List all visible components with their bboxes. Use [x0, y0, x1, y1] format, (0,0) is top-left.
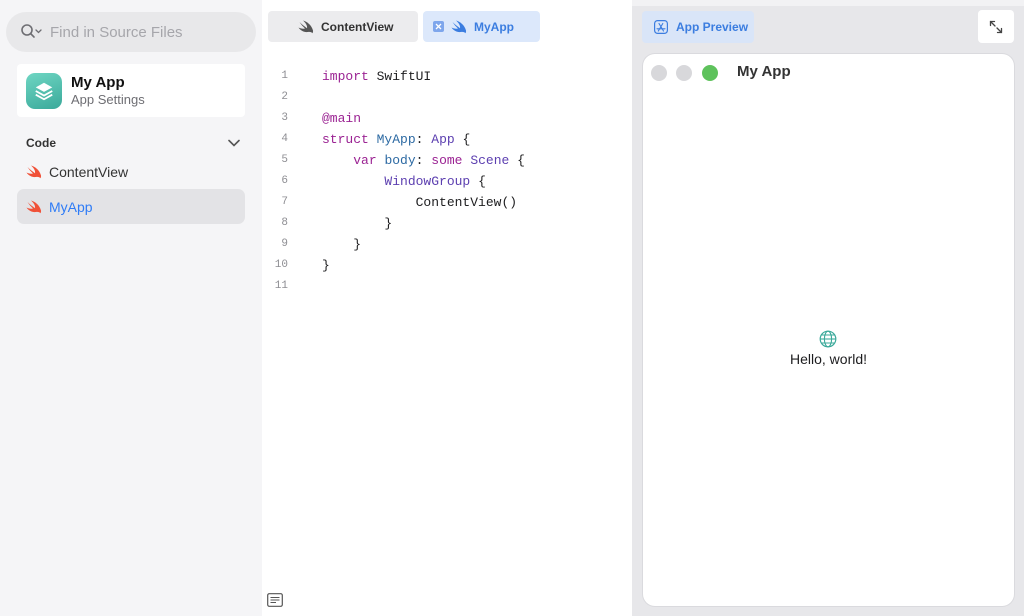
- window-zoom-button[interactable]: [702, 65, 718, 81]
- code-line[interactable]: 2: [262, 87, 632, 108]
- preview-window: My App Hello, world!: [643, 54, 1014, 606]
- code-line[interactable]: 7 ContentView(): [262, 192, 632, 213]
- app-store-icon: [654, 20, 668, 34]
- expand-button[interactable]: [978, 10, 1014, 43]
- search-field[interactable]: [6, 12, 256, 52]
- editor-tabs: ContentView MyApp: [262, 0, 632, 52]
- preview-tab-label: App Preview: [676, 20, 749, 34]
- code-area[interactable]: 1 import SwiftUI 2 3 @main 4 struct MyApp: App…: [262, 66, 632, 297]
- hello-text: Hello, world!: [789, 351, 868, 367]
- stack-icon: [35, 82, 53, 100]
- search-icon: [21, 24, 42, 38]
- code-text: import SwiftUI: [322, 69, 432, 84]
- line-number: 1: [281, 70, 288, 82]
- globe-icon: [819, 330, 837, 348]
- code-line[interactable]: 8 }: [262, 213, 632, 234]
- code-line[interactable]: 4 struct MyApp: App {: [262, 129, 632, 150]
- app-icon: [26, 72, 62, 109]
- tab-app-preview[interactable]: App Preview: [642, 11, 754, 43]
- code-text: @main: [322, 111, 362, 126]
- sidebar-item-label: ContentView: [49, 163, 129, 180]
- line-number: 9: [281, 238, 288, 250]
- expand-icon: [989, 20, 1003, 33]
- app-subtitle: App Settings: [71, 91, 145, 107]
- code-text: }: [353, 237, 362, 252]
- code-text: struct MyApp: App {: [322, 132, 471, 147]
- code-line[interactable]: 5 var body: some Scene {: [262, 150, 632, 171]
- line-number: 11: [274, 280, 288, 292]
- swift-icon: [298, 20, 314, 33]
- line-number: 5: [281, 154, 288, 166]
- code-line[interactable]: 3 @main: [262, 108, 632, 129]
- code-line[interactable]: 9 }: [262, 234, 632, 255]
- code-text: ContentView(): [415, 195, 518, 210]
- app-settings-card[interactable]: My App App Settings: [17, 64, 245, 117]
- app-name: My App: [71, 73, 125, 91]
- code-line[interactable]: 10}: [262, 255, 632, 276]
- sidebar: My App App Settings Code ContentView MyA…: [0, 0, 262, 616]
- chevron-down-icon[interactable]: [228, 134, 240, 152]
- line-number: 3: [281, 112, 288, 124]
- sidebar-item-label: MyApp: [49, 198, 93, 215]
- line-number: 7: [281, 196, 288, 208]
- window-close-button[interactable]: [651, 65, 667, 81]
- code-line[interactable]: 11: [262, 276, 632, 297]
- tab-myapp[interactable]: MyApp: [423, 11, 540, 42]
- code-text: var body: some Scene {: [353, 153, 525, 168]
- tab-label: ContentView: [321, 19, 394, 34]
- sidebar-item-myapp[interactable]: MyApp: [17, 189, 245, 224]
- preview-pane: App Preview My App Hello, world!: [632, 0, 1024, 616]
- swift-icon: [26, 165, 42, 178]
- tab-contentview[interactable]: ContentView: [268, 11, 418, 42]
- line-number: 6: [281, 175, 288, 187]
- code-line[interactable]: 6 WindowGroup {: [262, 171, 632, 192]
- code-editor: ContentView MyApp 1 import SwiftUI 2 3 @main…: [262, 0, 632, 616]
- line-number: 8: [281, 217, 288, 229]
- search-input[interactable]: [50, 23, 240, 41]
- code-text: WindowGroup {: [384, 174, 486, 189]
- swift-icon: [451, 20, 467, 33]
- code-line[interactable]: 1 import SwiftUI: [262, 66, 632, 87]
- preview-topline: [632, 0, 1024, 6]
- line-number: 4: [281, 133, 288, 145]
- close-icon[interactable]: [433, 21, 444, 32]
- section-label: Code: [26, 136, 56, 150]
- window-title: My App: [737, 63, 791, 80]
- code-text: }: [322, 258, 330, 273]
- section-header-code[interactable]: Code: [26, 134, 240, 152]
- tab-label: MyApp: [474, 19, 514, 34]
- line-number: 2: [281, 91, 288, 103]
- window-minimize-button[interactable]: [676, 65, 692, 81]
- document-icon[interactable]: [267, 593, 283, 607]
- sidebar-item-contentview[interactable]: ContentView: [17, 154, 245, 189]
- code-text: }: [384, 216, 393, 231]
- swift-icon: [26, 200, 42, 213]
- line-number: 10: [274, 259, 288, 271]
